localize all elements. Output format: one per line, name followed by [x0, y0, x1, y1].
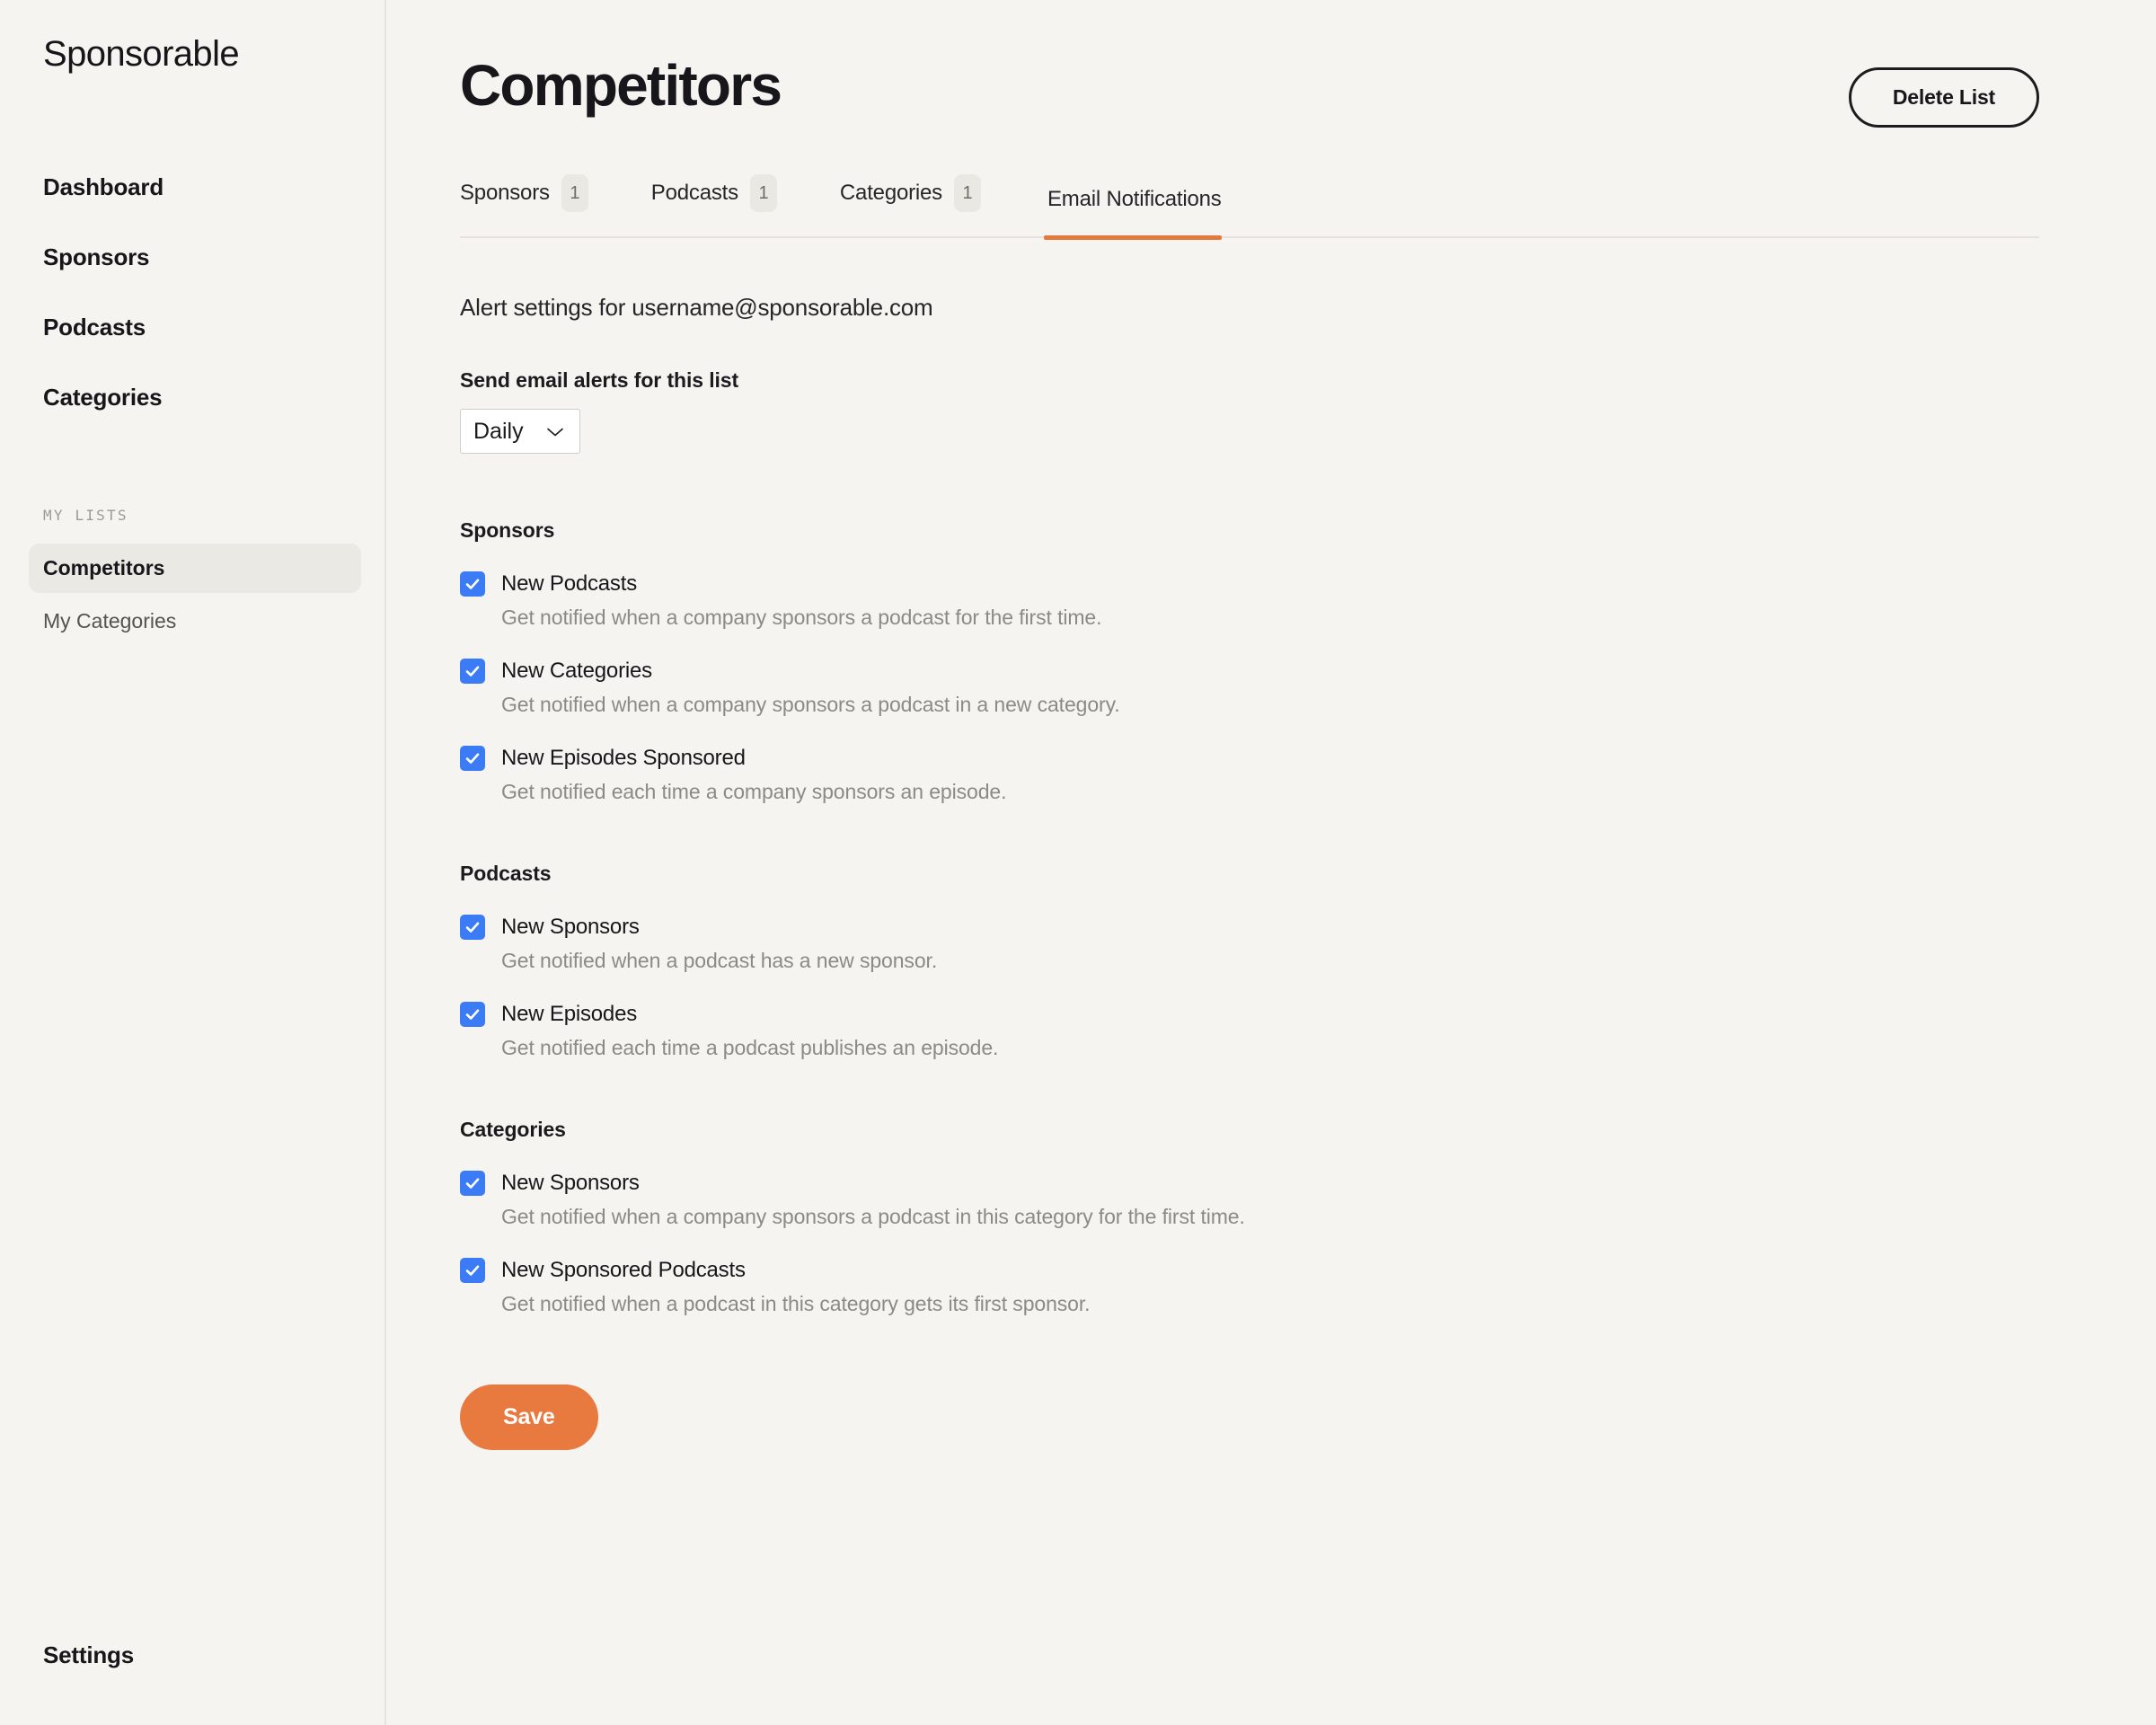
option-categories-new-sponsored-podcasts-label[interactable]: New Sponsored Podcasts — [501, 1258, 746, 1283]
option-podcasts-new-episodes: New Episodes Get notified each time a po… — [460, 1002, 2039, 1060]
option-sponsors-new-categories-label[interactable]: New Categories — [501, 659, 652, 684]
option-categories-new-sponsored-podcasts: New Sponsored Podcasts Get notified when… — [460, 1258, 2039, 1316]
option-sponsors-new-podcasts-desc: Get notified when a company sponsors a p… — [501, 606, 1102, 629]
group-categories-title: Categories — [460, 1118, 566, 1141]
delete-list-button[interactable]: Delete List — [1848, 67, 2039, 128]
group-sponsors: Sponsors New Podcasts Get notified when … — [460, 518, 2039, 804]
tab-email-notifications[interactable]: Email Notifications — [1044, 187, 1222, 240]
tab-sponsors[interactable]: Sponsors 1 — [460, 174, 619, 236]
tab-email-notifications-label: Email Notifications — [1047, 187, 1222, 211]
option-categories-new-sponsors-desc: Get notified when a company sponsors a p… — [501, 1205, 1245, 1228]
option-sponsors-new-episodes-sponsored: New Episodes Sponsored Get notified each… — [460, 746, 2039, 804]
group-podcasts-title: Podcasts — [460, 862, 552, 885]
frequency-select-wrap: Daily — [460, 409, 580, 454]
option-podcasts-new-episodes-desc: Get notified each time a podcast publish… — [501, 1036, 999, 1059]
checkbox-categories-new-sponsored-podcasts[interactable] — [460, 1258, 485, 1283]
my-lists-group: Competitors My Categories — [29, 544, 361, 646]
main-content: Competitors Delete List Sponsors 1 Podca… — [386, 0, 2156, 1725]
sidebar-item-settings[interactable]: Settings — [43, 1641, 134, 1668]
sidebar-list-item-competitors[interactable]: Competitors — [29, 544, 361, 593]
sidebar: Sponsorable Dashboard Sponsors Podcasts … — [0, 0, 386, 1725]
option-sponsors-new-categories: New Categories Get notified when a compa… — [460, 659, 2039, 717]
option-categories-new-sponsors: New Sponsors Get notified when a company… — [460, 1171, 2039, 1229]
group-categories: Categories New Sponsors Get notified whe… — [460, 1118, 2039, 1316]
sidebar-footer: Settings — [43, 1641, 134, 1669]
sidebar-item-podcasts[interactable]: Podcasts — [43, 314, 349, 341]
group-sponsors-title: Sponsors — [460, 518, 555, 542]
checkbox-sponsors-new-podcasts[interactable] — [460, 571, 485, 597]
checkbox-categories-new-sponsors[interactable] — [460, 1171, 485, 1196]
tab-sponsors-label: Sponsors — [460, 181, 550, 205]
option-podcasts-new-sponsors-desc: Get notified when a podcast has a new sp… — [501, 949, 938, 972]
tab-categories-label: Categories — [839, 181, 942, 205]
option-sponsors-new-episodes-sponsored-desc: Get notified each time a company sponsor… — [501, 780, 1007, 803]
tab-bar: Sponsors 1 Podcasts 1 Categories 1 Email… — [460, 174, 2039, 240]
page-title: Competitors — [460, 53, 782, 118]
tab-podcasts-count: 1 — [749, 174, 777, 212]
primary-nav: Dashboard Sponsors Podcasts Categories — [36, 173, 349, 411]
tab-sponsors-count: 1 — [561, 174, 588, 212]
option-podcasts-new-sponsors-label[interactable]: New Sponsors — [501, 915, 640, 940]
option-categories-new-sponsors-label[interactable]: New Sponsors — [501, 1171, 640, 1196]
frequency-field-label: Send email alerts for this list — [460, 368, 739, 392]
checkbox-podcasts-new-episodes[interactable] — [460, 1002, 485, 1027]
sidebar-item-sponsors[interactable]: Sponsors — [43, 243, 349, 271]
option-sponsors-new-categories-desc: Get notified when a company sponsors a p… — [501, 693, 1120, 716]
alert-settings-email-line: Alert settings for username@sponsorable.… — [460, 294, 933, 321]
option-sponsors-new-podcasts: New Podcasts Get notified when a company… — [460, 571, 2039, 630]
page-header: Competitors Delete List — [460, 53, 2039, 128]
sidebar-item-dashboard[interactable]: Dashboard — [43, 173, 349, 201]
brand-logo: Sponsorable — [43, 34, 240, 74]
sidebar-list-item-my-categories[interactable]: My Categories — [29, 597, 361, 646]
group-podcasts: Podcasts New Sponsors Get notified when … — [460, 862, 2039, 1060]
tab-categories[interactable]: Categories 1 — [840, 174, 1012, 236]
sidebar-item-categories[interactable]: Categories — [43, 384, 349, 411]
my-lists-section-label: MY LISTS — [43, 507, 128, 524]
tab-categories-count: 1 — [954, 174, 981, 212]
checkbox-sponsors-new-episodes-sponsored[interactable] — [460, 746, 485, 771]
option-podcasts-new-sponsors: New Sponsors Get notified when a podcast… — [460, 915, 2039, 973]
app-root: Sponsorable Dashboard Sponsors Podcasts … — [0, 0, 2156, 1725]
checkbox-podcasts-new-sponsors[interactable] — [460, 915, 485, 940]
save-button[interactable]: Save — [460, 1384, 598, 1450]
option-sponsors-new-episodes-sponsored-label[interactable]: New Episodes Sponsored — [501, 746, 746, 771]
option-podcasts-new-episodes-label[interactable]: New Episodes — [501, 1002, 637, 1027]
tab-podcasts-label: Podcasts — [650, 181, 738, 205]
option-sponsors-new-podcasts-label[interactable]: New Podcasts — [501, 571, 637, 597]
tab-podcasts[interactable]: Podcasts 1 — [651, 174, 808, 236]
frequency-select[interactable]: Daily — [460, 409, 580, 454]
checkbox-sponsors-new-categories[interactable] — [460, 659, 485, 684]
option-categories-new-sponsored-podcasts-desc: Get notified when a podcast in this cate… — [501, 1292, 1091, 1315]
